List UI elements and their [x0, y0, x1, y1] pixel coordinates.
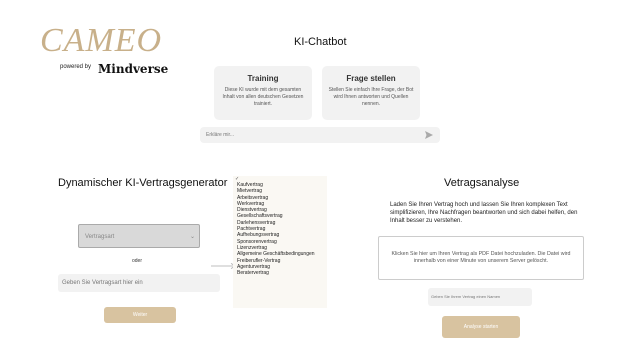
powered-by-label: powered by	[60, 64, 92, 70]
training-card-title: Training	[247, 74, 279, 83]
generator-title: Dynamischer KI-Vertragsgenerator	[58, 177, 228, 189]
ask-question-card-title: Frage stellen	[346, 74, 396, 83]
contract-type-input[interactable]: Geben Sie Vertragsart hier ein	[58, 274, 220, 292]
dropdown-option[interactable]: Beratervertrag	[233, 270, 327, 276]
analysis-description: Laden Sie Ihren Vertrag hoch und lassen …	[390, 202, 578, 224]
cameo-logo: CAMEO	[40, 22, 163, 59]
ask-question-card: Frage stellen Stellen Sie einfach Ihre F…	[322, 66, 420, 120]
send-icon[interactable]	[424, 130, 434, 140]
contract-type-input-placeholder: Geben Sie Vertragsart hier ein	[62, 280, 143, 286]
brand-name: Mindverse	[98, 62, 169, 76]
dropdown-options: Kaufvertrag Mietvertrag Arbeitsvertrag Werk…	[233, 182, 327, 276]
analysis-title: Vetragsanalyse	[444, 177, 520, 189]
chat-input[interactable]: Erkläre mir...	[200, 127, 440, 143]
chatbot-title: KI-Chatbot	[294, 36, 347, 48]
pdf-upload-area[interactable]: Klicken Sie hier um Ihren Vertrag als PD…	[378, 236, 584, 280]
ask-question-card-text: Stellen Sie einfach Ihre Frage, der Bot …	[328, 87, 414, 107]
upload-instructions: Klicken Sie hier um Ihren Vertrag als PD…	[391, 251, 571, 264]
or-label: oder	[132, 258, 143, 264]
training-card-text: Diese KI wurde mit dem gesamten Inhalt v…	[222, 87, 304, 107]
start-analysis-button[interactable]: Analyse starten	[442, 316, 520, 338]
contract-name-placeholder: Geben Sie Ihrem Vertrag einen Namen	[431, 294, 501, 299]
contract-type-dropdown: ✓ Kaufvertrag Mietvertrag Arbeitsvertrag We…	[233, 176, 327, 308]
next-button[interactable]: Weiter	[104, 307, 176, 323]
contract-name-input[interactable]: Geben Sie Ihrem Vertrag einen Namen	[428, 288, 532, 306]
chat-input-placeholder: Erkläre mir...	[206, 132, 235, 138]
logo-text: CAMEO	[40, 22, 163, 59]
dropdown-option[interactable]: Allgemeine Geschäftsbedingungen	[233, 251, 327, 257]
contract-type-select-value: Vertragsart	[85, 234, 115, 240]
training-card: Training Diese KI wurde mit dem gesamten…	[214, 66, 312, 120]
contract-type-select[interactable]: Vertragsart ⌄	[78, 224, 200, 248]
chevron-down-icon: ⌄	[189, 234, 195, 240]
